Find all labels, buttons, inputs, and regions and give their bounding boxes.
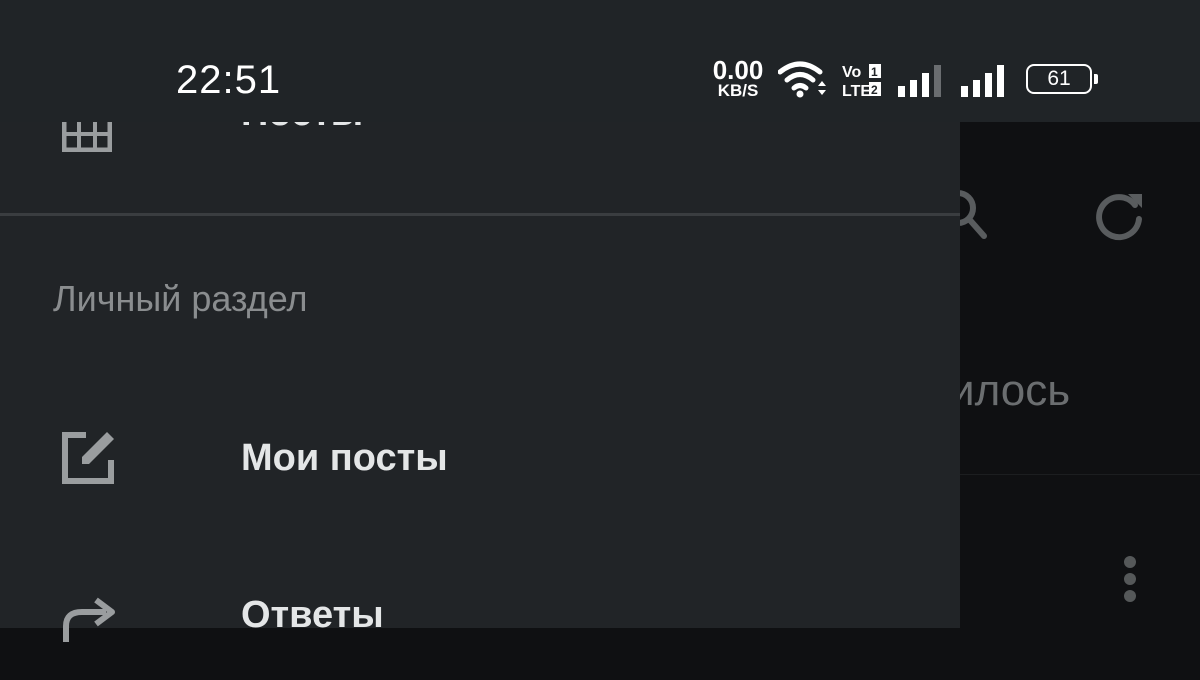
background-divider xyxy=(960,474,1200,475)
volte-bottom-text: LTE xyxy=(842,83,871,98)
status-bar: 22:51 0.00 KB/S Vo 1 LTE 2 61 xyxy=(0,0,1200,122)
net-speed-value: 0.00 xyxy=(712,55,764,85)
drawer-item-my-posts[interactable]: Мои посты xyxy=(0,400,960,520)
wifi-icon xyxy=(778,61,826,98)
more-vertical-icon xyxy=(1124,556,1136,607)
drawer-item-replies[interactable]: Ответы xyxy=(0,560,960,680)
background-partial-text: илось xyxy=(950,366,1071,415)
refresh-icon xyxy=(1096,194,1142,241)
sim2-label: 2 xyxy=(871,83,878,97)
signal-icon xyxy=(961,65,1004,97)
net-speed: 0.00 KB/S xyxy=(707,55,769,100)
drawer-item-label: Мои посты xyxy=(241,437,448,479)
drawer-item-label: Посты xyxy=(241,122,363,135)
share-arrow-icon xyxy=(63,597,115,642)
sim1-label: 1 xyxy=(871,65,878,79)
grid-icon xyxy=(62,122,112,152)
drawer-item-label: Ответы xyxy=(241,594,384,636)
drawer-divider xyxy=(0,213,960,216)
drawer-item-posts[interactable]: Посты xyxy=(0,122,960,182)
volte-icon: Vo 1 LTE 2 xyxy=(842,64,881,98)
battery-icon: 61 xyxy=(1026,64,1098,94)
volte-top-text: Vo xyxy=(842,64,861,81)
edit-icon xyxy=(62,432,114,484)
clock: 22:51 xyxy=(176,58,282,102)
signal-icon xyxy=(898,65,941,97)
section-title: Личный раздел xyxy=(53,278,308,319)
